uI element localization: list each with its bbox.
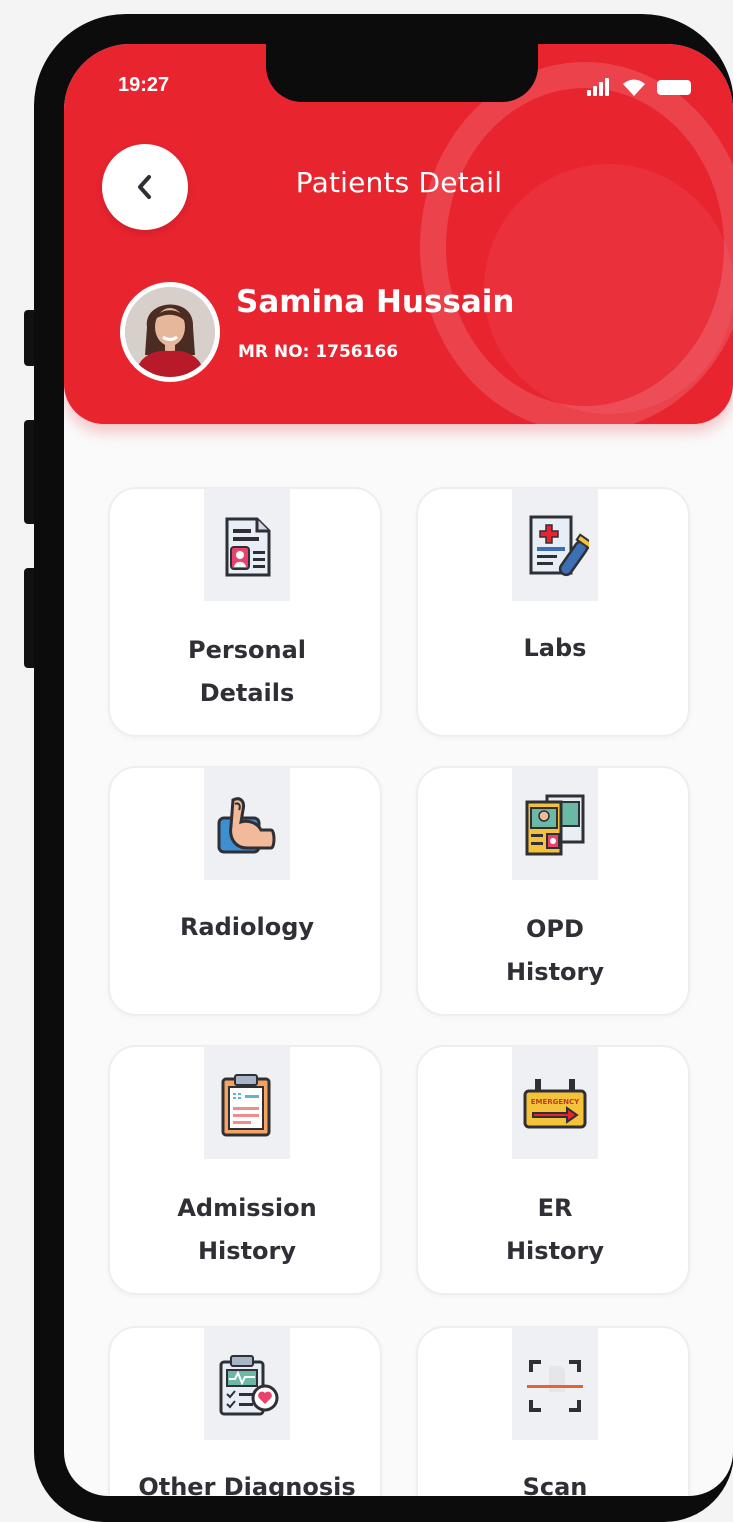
header-decoration-fill [484,164,733,414]
page-title: Patients Detail [295,166,503,199]
signal-icon [587,78,611,96]
emergency-sign-text: EMERGENCY [531,1098,580,1106]
tile-admission-history[interactable]: Admission History [108,1045,382,1295]
tile-radiology[interactable]: Radiology [108,766,382,1016]
app-screen: 19:27 Patients Detail Samina Hussain MR … [64,44,733,1496]
battery-icon [657,80,691,95]
patient-photo [125,287,215,377]
scan-icon [527,1360,583,1412]
patient-mr-number: MR NO: 1756166 [238,342,399,362]
tile-label-other-diagnosis: Other Diagnosis [138,1473,356,1496]
radiology-icon [217,797,276,854]
chevron-left-icon [138,175,151,199]
tile-personal-details[interactable]: Personal Details [108,487,382,737]
personal-details-icon [225,517,271,577]
opd-history-icon [525,794,585,856]
tile-label-er-history: ER History [505,1194,605,1265]
other-diagnosis-icon [219,1355,279,1416]
notch [266,44,538,102]
tile-label-admission-history: Admission History [177,1194,317,1265]
labs-icon [529,515,589,577]
status-icons [587,78,717,98]
patient-avatar[interactable] [120,282,220,382]
tile-labs[interactable]: Labs [416,487,690,737]
er-history-icon: EMERGENCY [523,1079,587,1129]
tile-label-radiology: Radiology [179,913,315,941]
tile-scan[interactable]: Scan [416,1326,690,1496]
tile-er-history[interactable]: EMERGENCY ER History [416,1045,690,1295]
status-time: 19:27 [118,74,170,96]
tile-other-diagnosis[interactable]: Other Diagnosis [108,1326,382,1496]
tile-opd-history[interactable]: OPD History [416,766,690,1016]
admission-history-icon [221,1074,271,1137]
back-button[interactable] [102,144,188,230]
tile-label-scan: Scan [522,1473,588,1496]
tile-label-personal-details: Personal Details [188,636,306,707]
patient-name: Samina Hussain [236,284,515,320]
tile-label-opd-history: OPD History [505,915,605,986]
wifi-icon [623,79,645,96]
tile-label-labs: Labs [523,634,587,662]
